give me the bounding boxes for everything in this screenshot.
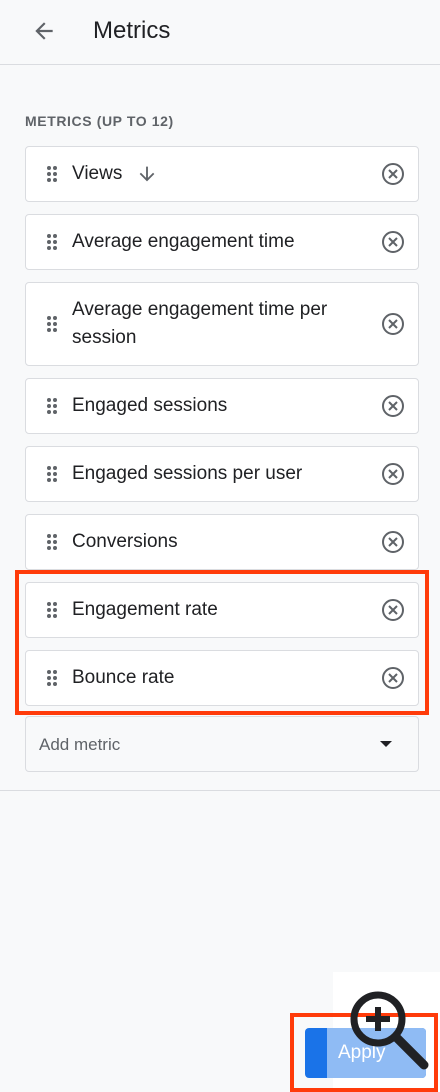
metric-label: Conversions xyxy=(72,531,178,552)
remove-metric-button[interactable] xyxy=(380,529,406,555)
apply-button[interactable]: Apply xyxy=(305,1028,426,1078)
drag-handle-icon[interactable] xyxy=(46,669,58,687)
remove-metric-button[interactable] xyxy=(380,461,406,487)
metric-label: Engaged sessions xyxy=(72,395,228,416)
remove-metric-button[interactable] xyxy=(380,393,406,419)
remove-circle-icon xyxy=(382,667,404,689)
section-label: METRICS (UP TO 12) xyxy=(25,113,174,129)
metric-label: Views xyxy=(72,160,352,188)
metric-item-engagement-rate: Engagement rate xyxy=(25,582,419,638)
remove-circle-icon xyxy=(382,599,404,621)
remove-circle-icon xyxy=(382,395,404,417)
remove-metric-button[interactable] xyxy=(380,665,406,691)
remove-circle-icon xyxy=(382,313,404,335)
remove-circle-icon xyxy=(382,531,404,553)
chevron-down-icon xyxy=(380,741,392,747)
remove-metric-button[interactable] xyxy=(380,161,406,187)
page-header: Metrics xyxy=(0,0,440,65)
drag-handle-icon[interactable] xyxy=(46,165,58,183)
metric-item-engaged-sessions: Engaged sessions xyxy=(25,378,419,434)
metric-label: Average engagement time xyxy=(72,231,295,252)
arrow-left-icon xyxy=(35,22,53,40)
apply-label: Apply xyxy=(338,1042,386,1063)
metric-item-engaged-sessions-per-user: Engaged sessions per user xyxy=(25,446,419,502)
drag-handle-icon[interactable] xyxy=(46,315,58,333)
page-title: Metrics xyxy=(93,17,171,44)
divider xyxy=(0,790,440,791)
metric-label: Bounce rate xyxy=(72,667,175,688)
remove-circle-icon xyxy=(382,163,404,185)
metric-item-average-engagement-time-per-session: Average engagement time per session xyxy=(25,282,419,366)
remove-circle-icon xyxy=(382,463,404,485)
back-button[interactable] xyxy=(24,14,64,48)
metric-item-conversions: Conversions xyxy=(25,514,419,570)
drag-handle-icon[interactable] xyxy=(46,397,58,415)
remove-metric-button[interactable] xyxy=(380,311,406,337)
add-metric-dropdown[interactable]: Add metric xyxy=(25,716,419,772)
metric-item-bounce-rate: Bounce rate xyxy=(25,650,419,706)
metric-label: Engagement rate xyxy=(72,599,218,620)
remove-circle-icon xyxy=(382,231,404,253)
metric-label: Average engagement time per session xyxy=(72,299,328,348)
add-metric-label: Add metric xyxy=(39,735,121,754)
drag-handle-icon[interactable] xyxy=(46,465,58,483)
drag-handle-icon[interactable] xyxy=(46,601,58,619)
sort-descending-icon[interactable] xyxy=(136,163,158,185)
metric-item-views: Views xyxy=(25,146,419,202)
metric-label: Engaged sessions per user xyxy=(72,463,303,484)
metric-item-average-engagement-time: Average engagement time xyxy=(25,214,419,270)
remove-metric-button[interactable] xyxy=(380,597,406,623)
drag-handle-icon[interactable] xyxy=(46,233,58,251)
metric-label-text: Views xyxy=(72,163,123,184)
drag-handle-icon[interactable] xyxy=(46,533,58,551)
remove-metric-button[interactable] xyxy=(380,229,406,255)
